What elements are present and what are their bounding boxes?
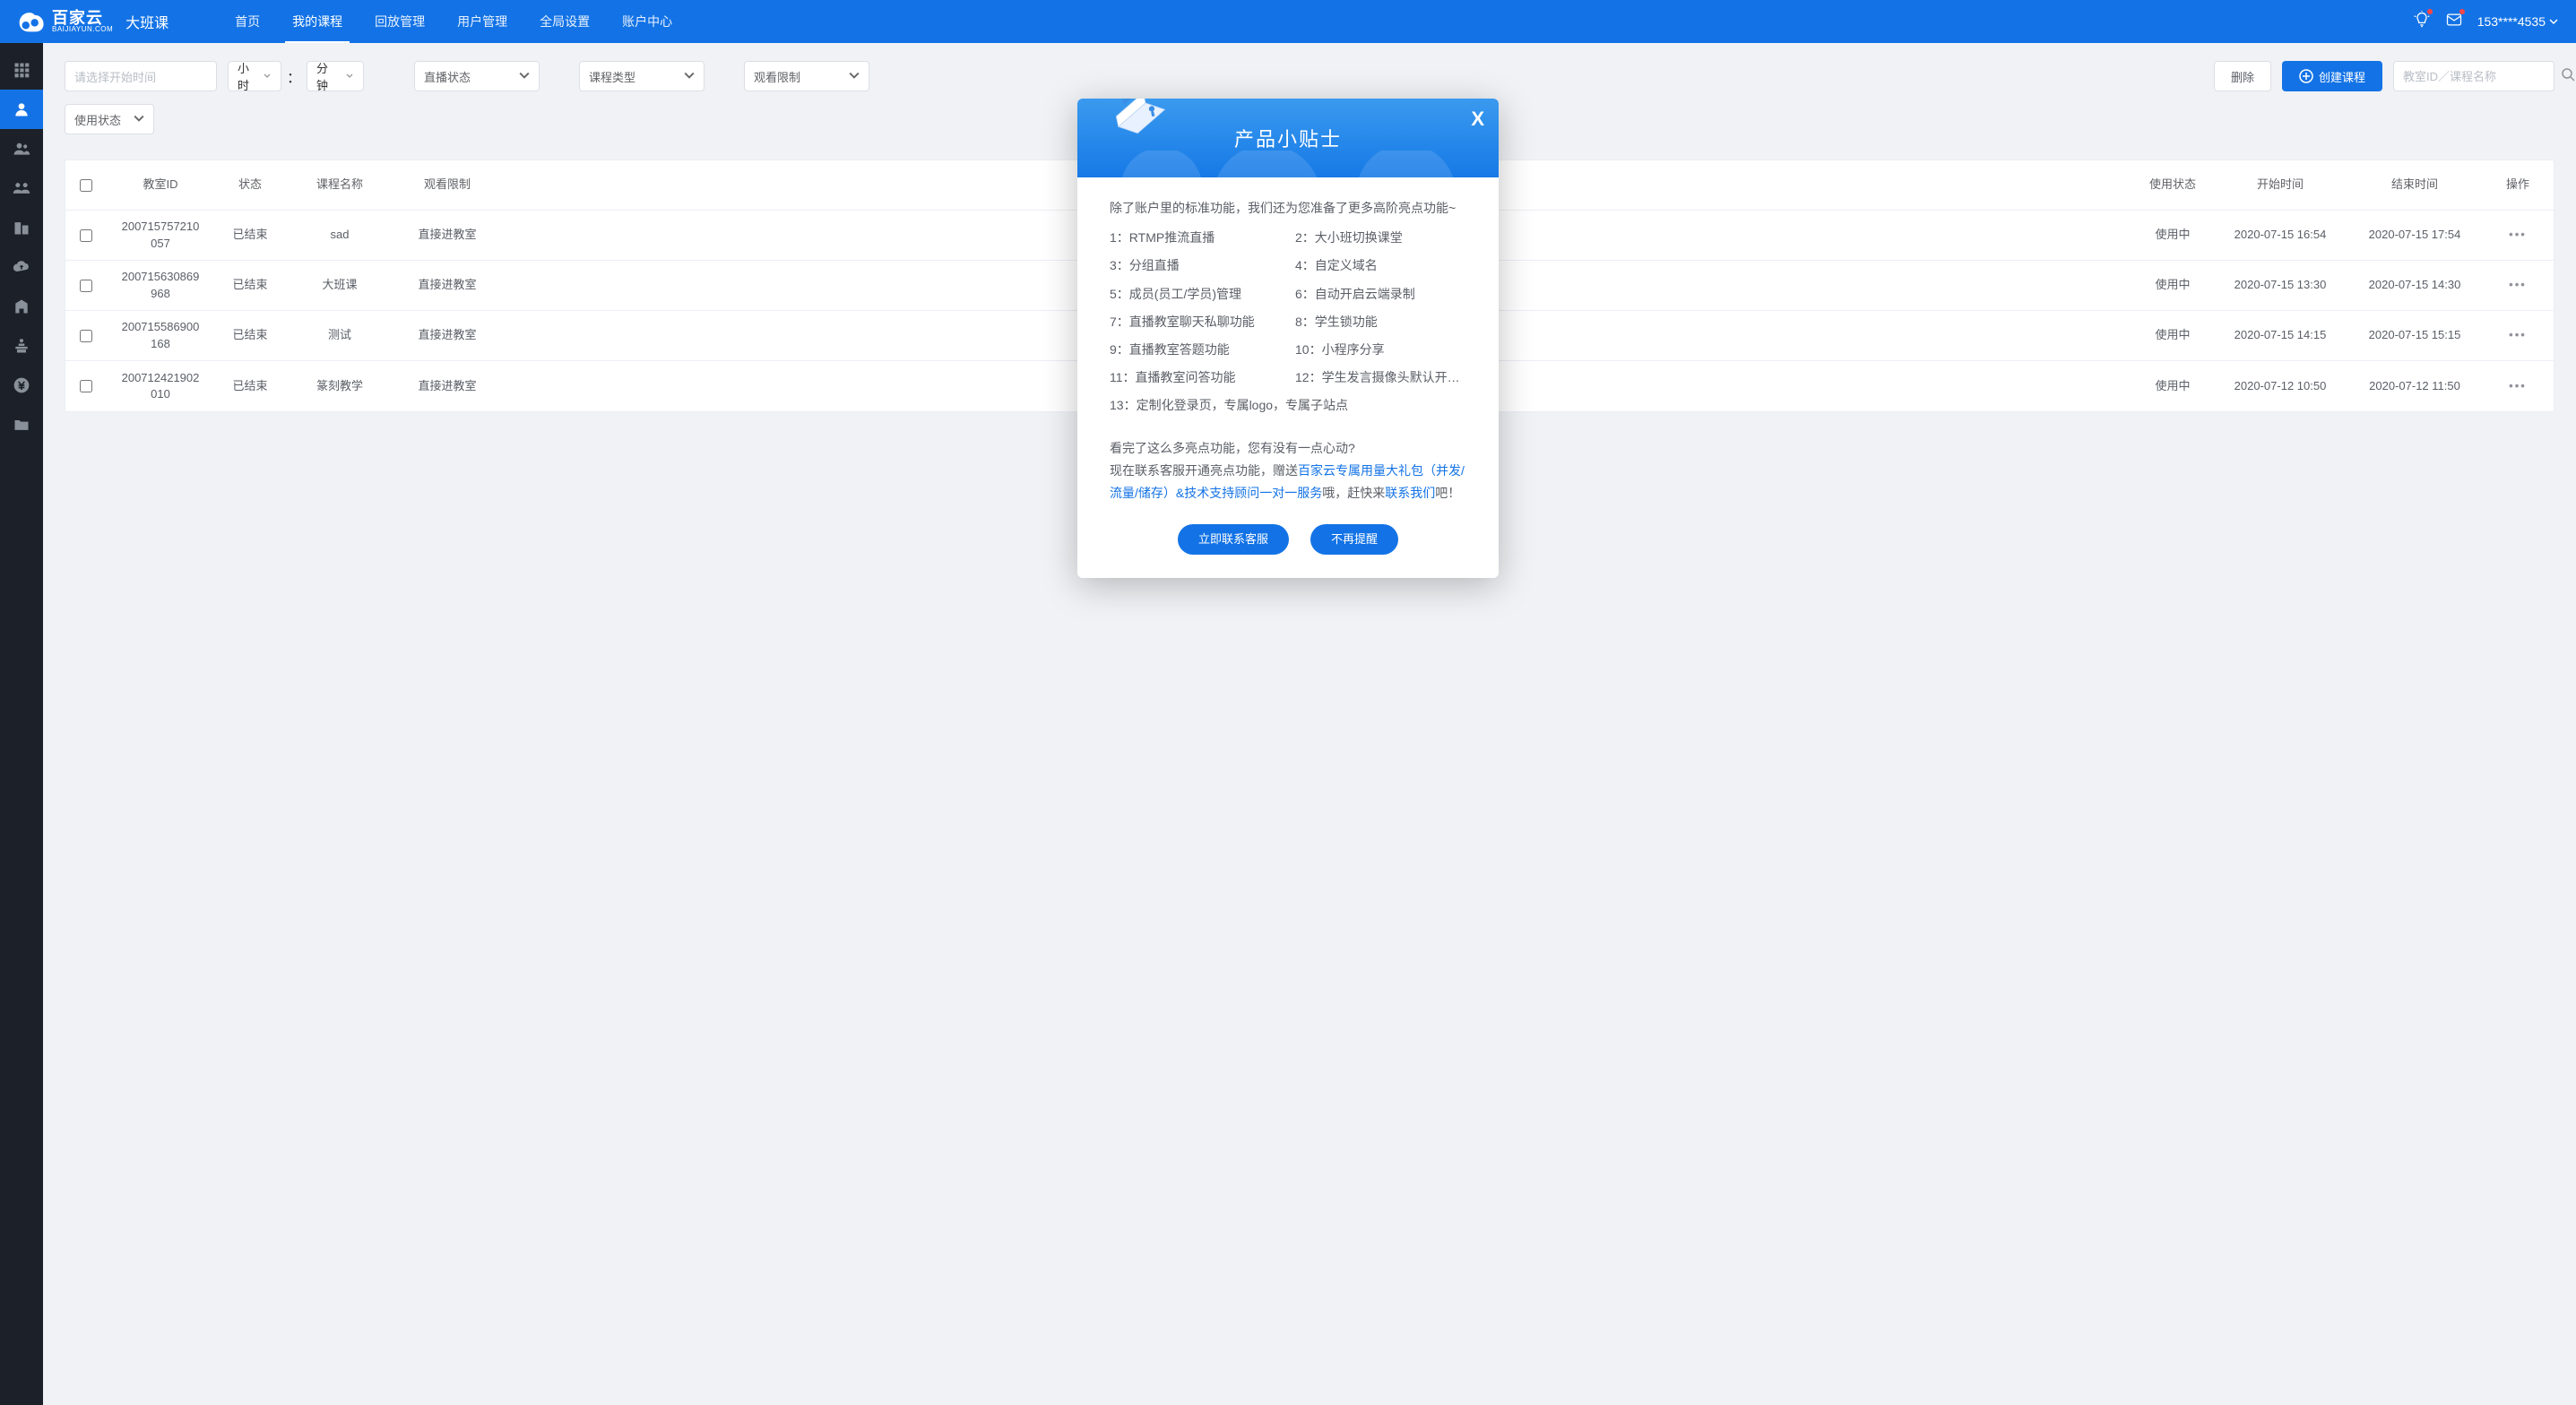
feature-item: 11：直播教室问答功能 <box>1110 366 1281 389</box>
feature-item: 12：学生发言摄像头默认开启功能 <box>1295 366 1466 389</box>
feature-item: 9：直播教室答题功能 <box>1110 339 1281 361</box>
modal-header: 产品小贴士 X <box>1077 99 1499 177</box>
contact-service-button[interactable]: 立即联系客服 <box>1178 524 1289 555</box>
modal-body: 除了账户里的标准功能，我们还为您准备了更多高阶亮点功能~ 1：RTMP推流直播 2… <box>1077 177 1499 578</box>
modal-outro: 看完了这么多亮点功能，您有没有一点心动? 现在联系客服开通亮点功能，赠送百家云专… <box>1110 437 1466 505</box>
modal-actions: 立即联系客服 不再提醒 <box>1110 524 1466 555</box>
modal-close-button[interactable]: X <box>1471 108 1484 131</box>
modal-overlay: 产品小贴士 X 除了账户里的标准功能，我们还为您准备了更多高阶亮点功能~ 1：R… <box>0 0 2576 1405</box>
tips-modal: 产品小贴士 X 除了账户里的标准功能，我们还为您准备了更多高阶亮点功能~ 1：R… <box>1077 99 1499 578</box>
modal-title: 产品小贴士 <box>1234 124 1342 152</box>
feature-item: 10：小程序分享 <box>1295 339 1466 361</box>
feature-grid: 1：RTMP推流直播 2：大小班切换课堂 3：分组直播 4：自定义域名 5：成员(员工/… <box>1110 227 1466 417</box>
feature-item: 3：分组直播 <box>1110 254 1281 277</box>
wave-decoration <box>1077 151 1499 177</box>
dismiss-button[interactable]: 不再提醒 <box>1310 524 1398 555</box>
feature-item: 6：自动开启云端录制 <box>1295 283 1466 306</box>
feature-item: 8：学生锁功能 <box>1295 311 1466 333</box>
outro-link-contact[interactable]: 联系我们 <box>1385 486 1435 500</box>
laptop-icon <box>1102 99 1172 143</box>
feature-item: 2：大小班切换课堂 <box>1295 227 1466 249</box>
feature-item: 7：直播教室聊天私聊功能 <box>1110 311 1281 333</box>
outro-suffix: 吧！ <box>1435 486 1460 500</box>
modal-intro: 除了账户里的标准功能，我们还为您准备了更多高阶亮点功能~ <box>1110 197 1466 220</box>
outro-prefix: 现在联系客服开通亮点功能，赠送 <box>1110 463 1298 478</box>
feature-item: 13：定制化登录页，专属logo，专属子站点 <box>1110 394 1466 417</box>
outro-mid: 哦，赶快来 <box>1322 486 1385 500</box>
feature-item: 1：RTMP推流直播 <box>1110 227 1281 249</box>
feature-item: 4：自定义域名 <box>1295 254 1466 277</box>
feature-item: 5：成员(员工/学员)管理 <box>1110 283 1281 306</box>
outro-line-1: 看完了这么多亮点功能，您有没有一点心动? <box>1110 437 1466 460</box>
